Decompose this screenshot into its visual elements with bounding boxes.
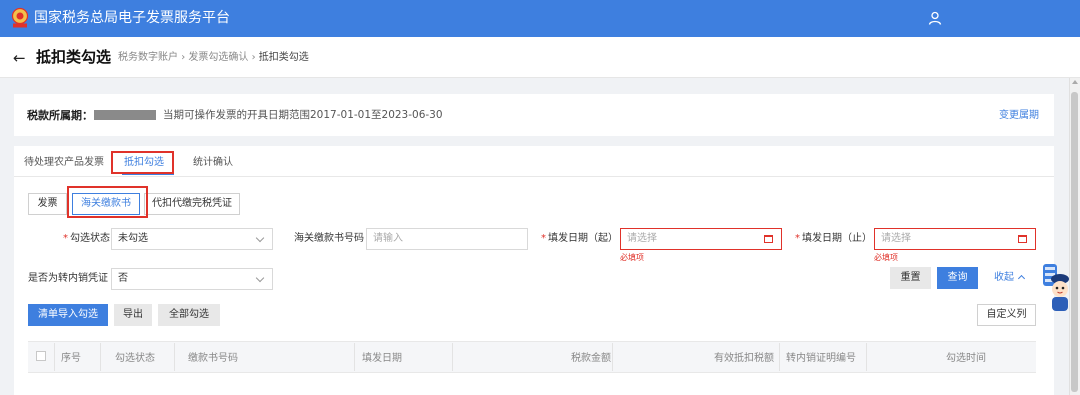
scroll-up-arrow-icon[interactable] [1072, 80, 1078, 84]
back-arrow-icon[interactable]: ← [13, 50, 26, 66]
column-divider [54, 343, 55, 371]
date-end-placeholder: 请选择 [881, 233, 911, 244]
highlight-segment-box [67, 186, 148, 218]
table-header [28, 341, 1036, 373]
column-divider [779, 343, 780, 371]
help-assistant-mascot-icon[interactable] [1041, 262, 1071, 314]
change-period-link[interactable]: 变更属期 [999, 109, 1039, 122]
customs-number-label: 海关缴款书号码 [294, 233, 364, 244]
collapse-link[interactable]: 收起 [994, 272, 1026, 284]
required-mark: * [795, 233, 800, 244]
column-header-payment-number: 缴款书号码 [188, 353, 238, 364]
date-end-label: * 填发日期（止） [795, 233, 872, 244]
date-start-label: * 填发日期（起） [541, 233, 618, 244]
column-header-select-time: 勾选时间 [946, 353, 986, 364]
breadcrumb-separator: › [251, 52, 256, 63]
column-header-issue-date: 填发日期 [362, 353, 402, 364]
breadcrumb-item[interactable]: 税务数字账户 [118, 52, 178, 63]
transfer-select-value: 否 [118, 273, 128, 284]
app-title: 国家税务总局电子发票服务平台 [34, 10, 230, 26]
breadcrumb-current: 抵扣类勾选 [258, 52, 309, 63]
customize-columns-button[interactable]: 自定义列 [977, 304, 1036, 326]
date-end-error: 必填项 [874, 253, 898, 262]
tab-stat-confirm[interactable]: 统计确认 [193, 157, 233, 169]
chevron-down-icon [255, 233, 265, 243]
column-header-transfer-cert-number: 转内销证明编号 [786, 353, 856, 364]
calendar-icon [764, 235, 773, 243]
status-select[interactable]: 未勾选 [111, 228, 273, 250]
column-divider [174, 343, 175, 371]
export-button[interactable]: 导出 [114, 304, 152, 326]
column-header-tax-amount: 税款金额 [571, 353, 611, 364]
transfer-label: 是否为转内销凭证 [28, 273, 108, 284]
select-all-button[interactable]: 全部勾选 [158, 304, 220, 326]
segment-invoice[interactable]: 发票 [28, 193, 67, 215]
period-label: 税款所属期： [27, 109, 93, 122]
status-select-value: 未勾选 [118, 233, 148, 244]
transfer-select[interactable]: 否 [111, 268, 273, 290]
tab-pending-agri-invoices[interactable]: 待处理农产品发票 [24, 157, 104, 169]
tax-emblem-icon [11, 7, 29, 28]
customs-number-placeholder: 请输入 [373, 233, 403, 244]
column-divider [452, 343, 453, 371]
date-start-picker[interactable]: 请选择 [620, 228, 782, 250]
tabs-divider [14, 176, 1054, 177]
period-range-info: 当期可操作发票的开具日期范围2017-01-01至2023-06-30 [163, 109, 443, 121]
date-start-placeholder: 请选择 [627, 233, 657, 244]
highlight-tab-box [111, 151, 174, 174]
reset-button[interactable]: 重置 [890, 267, 931, 289]
column-header-select-status: 勾选状态 [115, 353, 155, 364]
breadcrumb-item[interactable]: 发票勾选确认 [188, 52, 248, 63]
user-icon[interactable] [928, 11, 942, 25]
segment-withholding-voucher[interactable]: 代扣代缴完税凭证 [144, 193, 240, 215]
column-divider [354, 343, 355, 371]
breadcrumb: 税务数字账户 › 发票勾选确认 › 抵扣类勾选 [118, 52, 309, 64]
date-start-error: 必填项 [620, 253, 644, 262]
column-header-effective-deduction: 有效抵扣税额 [714, 353, 774, 364]
column-divider [100, 343, 101, 371]
calendar-icon [1018, 235, 1027, 243]
scrollbar-thumb[interactable] [1071, 92, 1078, 392]
import-select-button[interactable]: 清单导入勾选 [28, 304, 108, 326]
page-title: 抵扣类勾选 [36, 48, 112, 66]
breadcrumb-separator: › [181, 52, 186, 63]
select-all-checkbox[interactable] [36, 351, 46, 361]
chevron-up-icon [1017, 274, 1026, 283]
period-value-redacted [94, 110, 156, 120]
column-divider [612, 343, 613, 371]
customs-number-input[interactable]: 请输入 [366, 228, 528, 250]
column-header-index: 序号 [61, 353, 81, 364]
status-label: * 勾选状态 [63, 233, 110, 244]
required-mark: * [541, 233, 546, 244]
chevron-down-icon [255, 273, 265, 283]
query-button[interactable]: 查询 [937, 267, 978, 289]
required-mark: * [63, 233, 68, 244]
column-divider [866, 343, 867, 371]
date-end-picker[interactable]: 请选择 [874, 228, 1036, 250]
